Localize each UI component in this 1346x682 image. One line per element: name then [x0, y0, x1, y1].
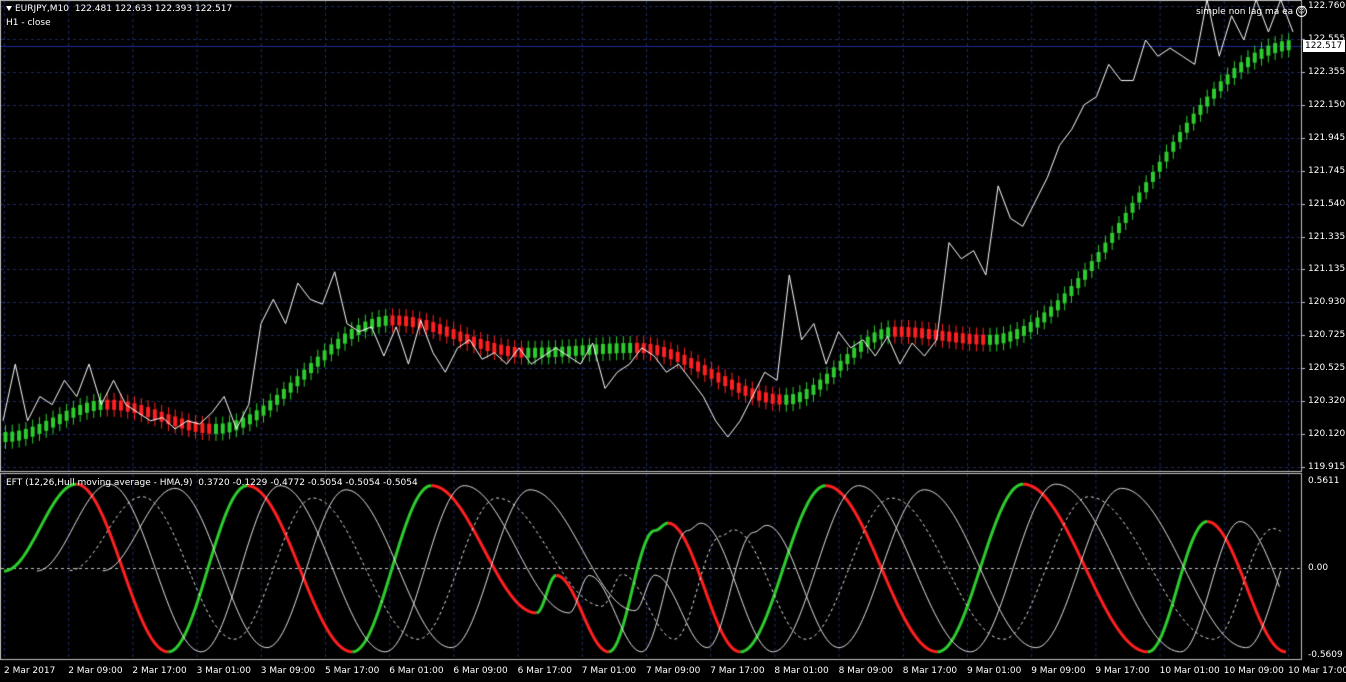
time-tick-label: 8 Mar 17:00 [902, 666, 958, 676]
time-tick-label: 2 Mar 09:00 [68, 666, 123, 676]
indicator-tick-label: 0.5611 [1308, 476, 1340, 486]
time-tick-label: 7 Mar 17:00 [710, 666, 765, 676]
ohlc-values: 122.481 122.633 122.393 122.517 [74, 4, 233, 14]
time-tick-label: 8 Mar 09:00 [838, 666, 893, 676]
price-tick-label: 120.320 [1308, 396, 1346, 407]
time-tick-label: 9 Mar 17:00 [1095, 666, 1150, 676]
price-tick-label: 122.555 [1308, 33, 1346, 44]
price-chart-canvas[interactable] [0, 0, 1346, 682]
time-tick-label: 10 Mar 01:00 [1159, 666, 1220, 676]
ea-label: simple non lag ma ea ☺ [1196, 6, 1308, 18]
h1-close-label: H1 - close [6, 18, 51, 28]
time-tick-label: 10 Mar 09:00 [1223, 666, 1284, 676]
time-tick-label: 6 Mar 01:00 [389, 666, 444, 676]
symbol-label: EURJPY,M10 [15, 4, 69, 14]
indicator-title: EFT (12,26,Hull moving average - HMA,9) [6, 478, 193, 488]
price-tick-label: 120.120 [1308, 429, 1346, 440]
price-tick-label: 120.525 [1308, 363, 1346, 374]
time-tick-label: 3 Mar 09:00 [260, 666, 316, 676]
price-tick-label: 121.540 [1308, 198, 1346, 209]
price-tick-label: 120.930 [1308, 297, 1346, 308]
price-tick-label: 121.745 [1308, 165, 1346, 176]
price-tick-label: 121.945 [1308, 132, 1346, 143]
collapse-triangle-icon[interactable] [6, 6, 12, 11]
chart-header: EURJPY,M10 122.481 122.633 122.393 122.5… [6, 4, 232, 15]
time-tick-label: 6 Mar 17:00 [517, 666, 572, 676]
time-tick-label: 8 Mar 01:00 [774, 666, 829, 676]
price-tick-label: 122.760 [1308, 1, 1346, 11]
time-tick-label: 7 Mar 09:00 [646, 666, 701, 676]
time-tick-label: 5 Mar 17:00 [325, 666, 380, 676]
price-tick-label: 122.355 [1308, 66, 1346, 77]
price-tick-label: 121.135 [1308, 264, 1346, 275]
time-tick-label: 6 Mar 09:00 [453, 666, 508, 676]
indicator-tick-label: -0.5609 [1308, 650, 1343, 660]
time-tick-label: 9 Mar 09:00 [1031, 666, 1086, 676]
price-tick-label: 122.150 [1308, 99, 1346, 110]
time-tick-label: 3 Mar 01:00 [196, 666, 251, 676]
ea-name: simple non lag ma ea [1196, 7, 1294, 17]
indicator-tick-label: 0.00 [1308, 563, 1329, 573]
indicator-header: EFT (12,26,Hull moving average - HMA,9) … [6, 478, 418, 489]
time-tick-label: 7 Mar 01:00 [581, 666, 637, 676]
price-tick-label: 119.915 [1308, 462, 1346, 472]
smiley-icon: ☺ [1296, 6, 1308, 17]
price-tick-label: 121.335 [1308, 231, 1346, 242]
time-tick-label: 2 Mar 17:00 [132, 666, 187, 676]
indicator-values: 0.3720 -0.1229 -0.4772 -0.5054 -0.5054 -… [198, 478, 418, 488]
time-tick-label: 9 Mar 01:00 [967, 666, 1022, 676]
price-tick-label: 120.725 [1308, 330, 1346, 341]
time-tick-label: 10 Mar 17:00 [1288, 666, 1346, 676]
time-tick-label: 2 Mar 2017 [4, 666, 56, 676]
